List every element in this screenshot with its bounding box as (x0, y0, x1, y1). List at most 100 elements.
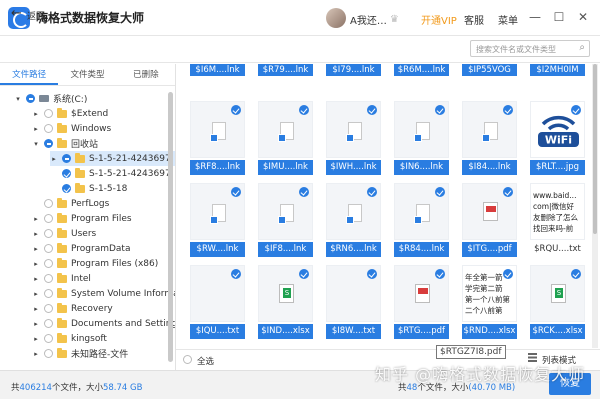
restore-button[interactable]: ☐ (550, 8, 568, 26)
tree-item-users[interactable]: ▸ Users (32, 226, 96, 241)
user-name[interactable]: A我还… ♛ (350, 12, 399, 27)
file-thumbnail[interactable]: 年全第一箭 学完第二箭 第一个八前第 二个八前第 (462, 265, 517, 322)
file-card[interactable]: $RN6....lnk (326, 183, 381, 257)
menu-button[interactable]: 菜单 (498, 12, 518, 27)
check-icon[interactable] (44, 274, 53, 283)
tab-file-path[interactable]: 文件路径 (0, 64, 59, 85)
tree-item-unknown-path[interactable]: ▸ 未知路径-文件 (32, 346, 128, 361)
file-caption[interactable]: $I2MH0IM (530, 64, 585, 76)
expand-arrow-icon[interactable]: ▸ (32, 125, 40, 133)
expand-arrow-icon[interactable]: ▸ (32, 110, 40, 118)
file-card[interactable]: $IWH....lnk (326, 101, 381, 175)
expand-arrow-icon[interactable]: ▸ (32, 260, 40, 268)
check-icon[interactable] (44, 199, 53, 208)
file-thumbnail[interactable] (394, 183, 449, 240)
expand-arrow-icon[interactable]: ▸ (32, 215, 40, 223)
check-icon[interactable] (299, 187, 309, 197)
expand-arrow-icon[interactable]: ▸ (32, 230, 40, 238)
file-card[interactable]: $IND....xlsx (258, 265, 313, 339)
file-thumbnail[interactable]: www.baid... com|微信好 友删除了怎么 找回来吗-前 (530, 183, 585, 240)
expand-arrow-icon[interactable]: ▸ (32, 290, 40, 298)
expand-arrow-icon[interactable]: ▸ (32, 350, 40, 358)
file-card[interactable]: $RCK....xlsx (530, 265, 585, 339)
avatar[interactable] (326, 8, 346, 28)
check-icon[interactable] (367, 269, 377, 279)
check-icon[interactable] (44, 289, 53, 298)
tab-file-type[interactable]: 文件类型 (58, 64, 116, 85)
file-card[interactable]: $RTG....pdf (394, 265, 449, 339)
file-thumbnail[interactable] (462, 101, 517, 158)
file-thumbnail[interactable] (530, 265, 585, 322)
tree-item-drive-c[interactable]: ▾ 系统(C:) (14, 91, 87, 106)
search-icon[interactable]: ⌕ (579, 42, 585, 53)
file-caption[interactable]: $I79....lnk (326, 64, 381, 76)
check-icon[interactable] (44, 349, 53, 358)
check-icon[interactable] (44, 124, 53, 133)
check-icon[interactable] (44, 229, 53, 238)
check-icon[interactable] (503, 269, 513, 279)
check-icon[interactable] (44, 319, 53, 328)
tree-item-perflogs[interactable]: PerfLogs (40, 196, 109, 211)
file-caption[interactable]: $I6M....lnk (190, 64, 245, 76)
file-thumbnail[interactable] (326, 183, 381, 240)
check-icon[interactable] (299, 269, 309, 279)
file-card[interactable]: $RW....lnk (190, 183, 245, 257)
expand-arrow-icon[interactable]: ▾ (32, 140, 40, 148)
search-input[interactable]: 搜索文件名或文件类型 ⌕ (470, 40, 590, 57)
check-icon[interactable] (62, 169, 71, 178)
tree-item-program-files-x86[interactable]: ▸ Program Files (x86) (32, 256, 158, 271)
tree-item-documents-settings[interactable]: ▸ Documents and Settings (32, 316, 175, 331)
tree-item-kingsoft[interactable]: ▸ kingsoft (32, 331, 107, 346)
file-thumbnail[interactable] (394, 101, 449, 158)
tree-item-sid-1[interactable]: ▸ S-1-5-21-4243697 (50, 151, 175, 166)
expand-arrow-icon[interactable]: ▸ (50, 155, 58, 163)
check-icon[interactable] (44, 214, 53, 223)
check-icon[interactable] (231, 105, 241, 115)
file-thumbnail[interactable] (190, 183, 245, 240)
file-thumbnail[interactable] (394, 265, 449, 322)
check-icon[interactable] (503, 105, 513, 115)
customer-service-link[interactable]: 客服 (464, 12, 484, 27)
check-icon[interactable] (26, 94, 35, 103)
check-icon[interactable] (44, 259, 53, 268)
file-card[interactable]: www.baid... com|微信好 友删除了怎么 找回来吗-前 $RQU...… (530, 183, 585, 257)
tree-item-intel[interactable]: ▸ Intel (32, 271, 91, 286)
check-icon[interactable] (44, 334, 53, 343)
file-thumbnail[interactable] (258, 101, 313, 158)
tree-item-system-volume[interactable]: ▸ System Volume Informa (32, 286, 175, 301)
check-icon[interactable] (367, 105, 377, 115)
close-button[interactable]: ✕ (574, 8, 592, 26)
file-caption[interactable]: $IP55VOG (462, 64, 517, 76)
select-all-label[interactable]: 全选 (197, 355, 214, 367)
check-icon[interactable] (62, 184, 71, 193)
check-icon[interactable] (435, 269, 445, 279)
tree-item-recycle-bin[interactable]: ▾ 回收站 (32, 136, 98, 151)
sidebar-scrollbar[interactable] (168, 92, 173, 362)
file-caption[interactable]: $R79....lnk (258, 64, 313, 76)
file-thumbnail[interactable] (258, 265, 313, 322)
file-card[interactable]: $R84....lnk (394, 183, 449, 257)
tab-deleted[interactable]: 已删除 (117, 64, 175, 85)
file-caption[interactable]: $R6M....lnk (394, 64, 449, 76)
file-card[interactable]: WiFi $RLT....jpg (530, 101, 585, 175)
check-icon[interactable] (44, 304, 53, 313)
check-icon[interactable] (503, 187, 513, 197)
file-thumbnail[interactable] (190, 265, 245, 322)
file-thumbnail[interactable] (258, 183, 313, 240)
file-card[interactable]: $RF8....lnk (190, 101, 245, 175)
tree-item-programdata[interactable]: ▸ ProgramData (32, 241, 130, 256)
tree-item-extend[interactable]: ▸ $Extend (32, 106, 108, 121)
tree-item-sid-3[interactable]: S-1-5-18 (58, 181, 127, 196)
grid-scrollbar-thumb[interactable] (593, 64, 597, 234)
file-thumbnail[interactable] (326, 265, 381, 322)
file-thumbnail[interactable]: WiFi (530, 101, 585, 158)
tree-item-program-files[interactable]: ▸ Program Files (32, 211, 132, 226)
tree-item-sid-2[interactable]: S-1-5-21-4243697 (58, 166, 171, 181)
minimize-button[interactable]: — (526, 8, 544, 26)
select-all-checkbox[interactable] (183, 355, 192, 364)
check-icon[interactable] (571, 105, 581, 115)
file-card[interactable]: $ITG....pdf (462, 183, 517, 257)
expand-arrow-icon[interactable]: ▸ (32, 275, 40, 283)
check-icon[interactable] (44, 109, 53, 118)
back-label[interactable]: 返回 (27, 9, 45, 22)
